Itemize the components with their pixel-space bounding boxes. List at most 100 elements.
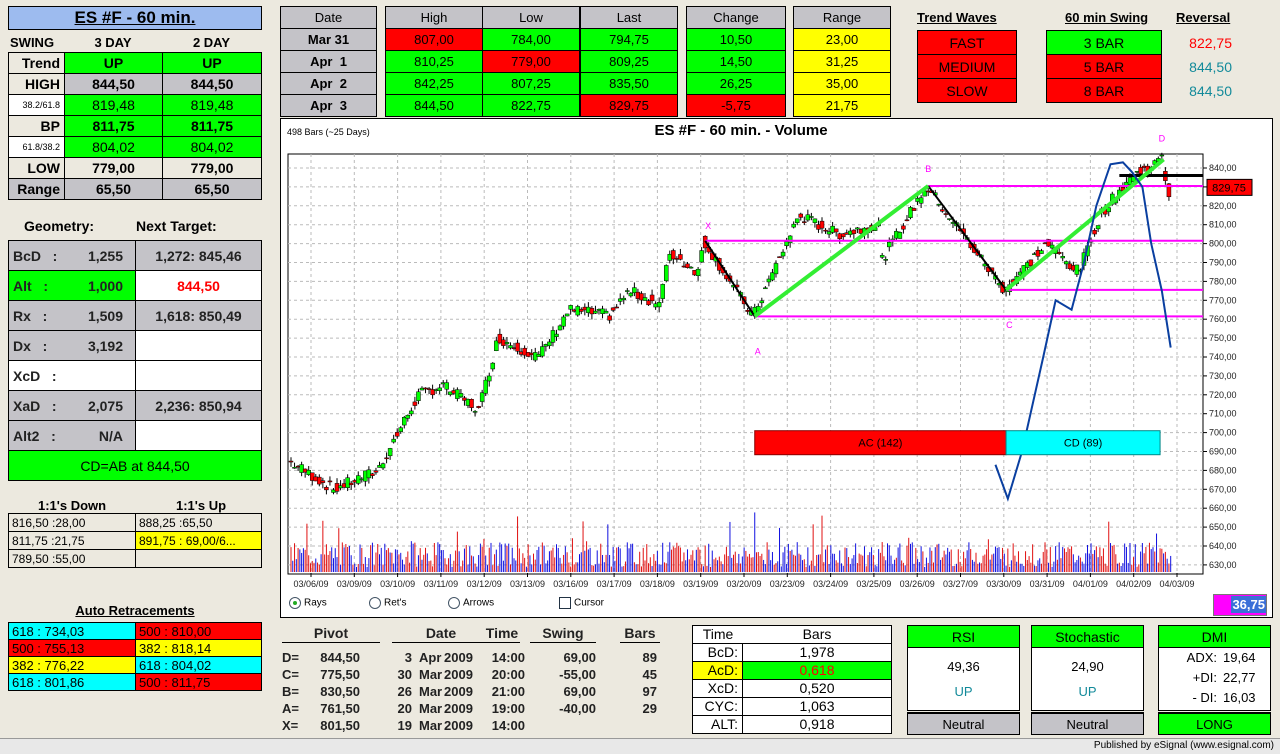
geometry-value: N/A: [98, 427, 123, 444]
rsi-body: 49,36 UP: [907, 647, 1020, 711]
x-tick-label: 03/11/09: [424, 579, 458, 589]
y-tick-label: 780,00: [1209, 276, 1237, 286]
geometry-value: 3,192: [87, 337, 123, 354]
retracement-row: 382 : 776,22 618 : 804,02: [8, 656, 262, 674]
quote-last: 835,50: [580, 72, 678, 95]
ones-row: 816,50 :28,00 888,25 :65,50: [8, 513, 262, 532]
xa-leg: [704, 240, 756, 317]
option-rets[interactable]: Ret's: [369, 597, 406, 609]
y-tick-label: 820,00: [1209, 201, 1237, 211]
pivot-cell: Mar: [419, 718, 443, 733]
geometry-value: 1,000: [87, 277, 123, 294]
time-bars-row: CYC: 1,063: [693, 697, 891, 715]
geometry-label: Alt2 :: [13, 427, 56, 444]
candle-body: [678, 254, 683, 260]
swing-row-label: 38.2/61.8: [8, 94, 65, 116]
time-bars-label: AcD:: [693, 662, 743, 679]
bars-header: Bars: [802, 626, 832, 642]
candle-body: [412, 401, 418, 406]
pivot-cell: A=: [282, 701, 299, 716]
time-bars-label: BcD:: [693, 644, 743, 661]
candle-body: [802, 221, 807, 223]
ones-down-value: 816,50 :28,00: [8, 513, 136, 532]
ones-down-value: 811,75 :21,75: [8, 531, 136, 550]
retracement-left: 500 : 755,13: [8, 639, 136, 657]
dmi-status: LONG: [1158, 712, 1271, 735]
cursor-label: Cursor: [574, 597, 605, 609]
retracement-right: 382 : 818,14: [135, 639, 262, 657]
price-chart[interactable]: 498 Bars (~25 Days) ES #F - 60 min. - Vo…: [280, 118, 1273, 618]
quote-date: Apr 1: [280, 50, 377, 73]
quote-last: 829,75: [580, 94, 678, 117]
candle-body: [695, 268, 701, 277]
checkbox-icon[interactable]: [559, 597, 571, 609]
pivot-cell: -55,00: [559, 667, 596, 682]
pivot-cell: 26: [397, 684, 412, 699]
y-tick-label: 710,00: [1209, 409, 1237, 419]
candle-body: [320, 480, 326, 483]
quote-low: 784,00: [482, 28, 580, 51]
y-tick-label: 800,00: [1209, 239, 1237, 249]
quotes-header-last: Last: [580, 6, 678, 29]
dmi-mdi-label: - DI:: [1192, 690, 1217, 705]
candle-body: [554, 333, 559, 337]
stoch-body: 24,90 UP: [1031, 647, 1144, 711]
x-tick-label: 03/20/09: [726, 579, 761, 589]
y-tick-label: 730,00: [1209, 371, 1237, 381]
geometry-value: 1,509: [87, 307, 123, 324]
retracement-right: 500 : 811,75: [135, 673, 262, 691]
candle-body: [490, 362, 496, 370]
radio-icon[interactable]: [369, 597, 381, 609]
radio-icon[interactable]: [448, 597, 460, 609]
x-tick-label: 03/10/09: [380, 579, 415, 589]
candle-body: [791, 223, 796, 228]
candle-body: [603, 310, 609, 314]
geometry-row: Alt : 1,000 844,50: [8, 270, 262, 301]
swing-3day-value: 819,48: [64, 94, 163, 116]
geometry-row: BcD : 1,255 1,272: 845,46: [8, 240, 262, 271]
stoch-status: Neutral: [1031, 712, 1144, 735]
pivot-cell: B=: [282, 684, 299, 699]
candle-body: [642, 297, 648, 301]
swing-2day-value: 65,50: [162, 178, 262, 200]
pivot-cell: 2009: [444, 718, 473, 733]
cd-label: CD (89): [1064, 438, 1103, 450]
stoch-value: 24,90: [1071, 659, 1104, 674]
pivot-cell: 19:00: [491, 701, 525, 716]
pivot-cell: X=: [282, 718, 299, 733]
swing-row: 38.2/61.8 819,48 819,48: [8, 94, 262, 116]
chart-canvas[interactable]: 630,00 640,00 650,00 660,00 670,00 680,00 690,…: [281, 119, 1272, 617]
option-arrows[interactable]: Arrows: [448, 597, 494, 609]
option-cursor[interactable]: Cursor: [559, 597, 604, 609]
pivot-cell: D=: [282, 650, 299, 665]
pivot-cell: 30: [397, 667, 412, 682]
candle-body: [1138, 167, 1143, 174]
pivot-cell: 830,50: [320, 684, 360, 699]
pivot-cell: Mar: [419, 684, 443, 699]
pivot-cell: 2009: [444, 650, 473, 665]
retracement-row: 500 : 755,13 382 : 818,14: [8, 639, 262, 657]
radio-icon[interactable]: [289, 597, 301, 609]
time-bars-row: BcD: 1,978: [693, 643, 891, 661]
pivot-cell: 20:00: [491, 667, 525, 682]
candle-body: [940, 209, 945, 212]
time-bars-value: 0,918: [799, 716, 835, 732]
pivot-label-a: A: [755, 346, 761, 356]
pivot-cell: 3: [404, 650, 412, 665]
option-rays[interactable]: Rays: [289, 597, 327, 609]
candle-body: [688, 266, 694, 269]
geometry-cell: XcD :: [8, 360, 136, 391]
candle-body: [1060, 256, 1065, 259]
swing-2day-value: UP: [162, 52, 262, 74]
quote-range: 31,25: [793, 50, 891, 73]
geometry-cell: Alt : 1,000: [8, 270, 136, 301]
quote-high: 842,25: [385, 72, 483, 95]
dmi-mdi-value: 16,03: [1223, 690, 1256, 705]
trend-wave-medium: MEDIUM: [917, 54, 1017, 79]
candle-body: [324, 487, 329, 491]
candle-body: [486, 375, 492, 382]
y-tick-label: 740,00: [1209, 352, 1237, 362]
y-tick-label: 810,00: [1209, 220, 1237, 230]
candle-body: [794, 218, 800, 223]
quotes-header-low: Low: [482, 6, 580, 29]
